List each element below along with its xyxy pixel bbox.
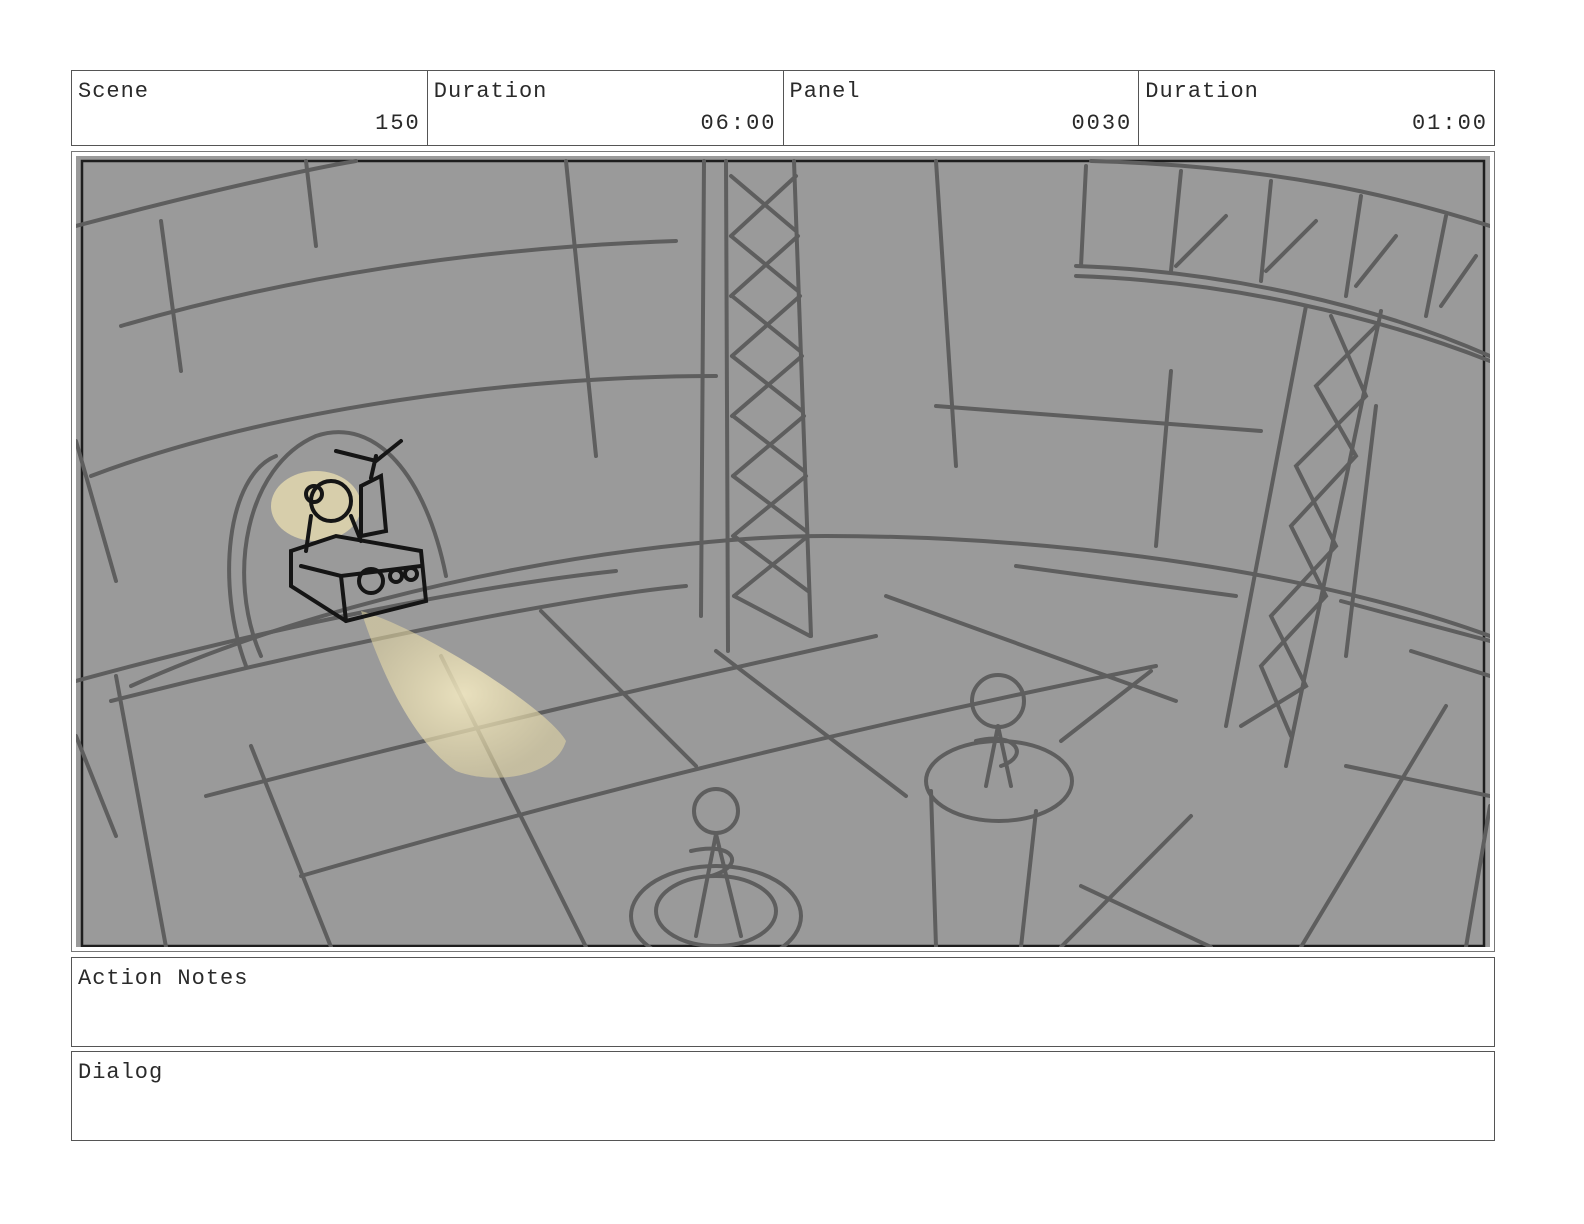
scene-duration-label: Duration <box>433 79 548 104</box>
dialog-box[interactable]: Dialog <box>71 1051 1495 1141</box>
panel-cell: Panel 0030 <box>784 71 1140 145</box>
action-notes-box[interactable]: Action Notes <box>71 957 1495 1047</box>
panel-artwork <box>76 156 1490 947</box>
panel-duration-label: Duration <box>1145 79 1259 104</box>
storyboard-panel[interactable] <box>71 151 1495 952</box>
panel-duration-cell: Duration 01:00 <box>1139 71 1494 145</box>
action-notes-label: Action Notes <box>78 966 249 991</box>
scene-duration-cell: Duration 06:00 <box>428 71 784 145</box>
scene-cell: Scene 150 <box>72 71 428 145</box>
panel-value[interactable]: 0030 <box>1071 111 1132 136</box>
panel-duration-value[interactable]: 01:00 <box>1412 111 1488 136</box>
scene-duration-value[interactable]: 06:00 <box>700 111 776 136</box>
scene-value[interactable]: 150 <box>375 111 421 136</box>
sketch-drawing <box>76 156 1490 947</box>
panel-header: Scene 150 Duration 06:00 Panel 0030 Dura… <box>71 70 1495 146</box>
scene-label: Scene <box>78 79 150 104</box>
panel-label: Panel <box>789 79 861 104</box>
dialog-label: Dialog <box>78 1060 164 1085</box>
